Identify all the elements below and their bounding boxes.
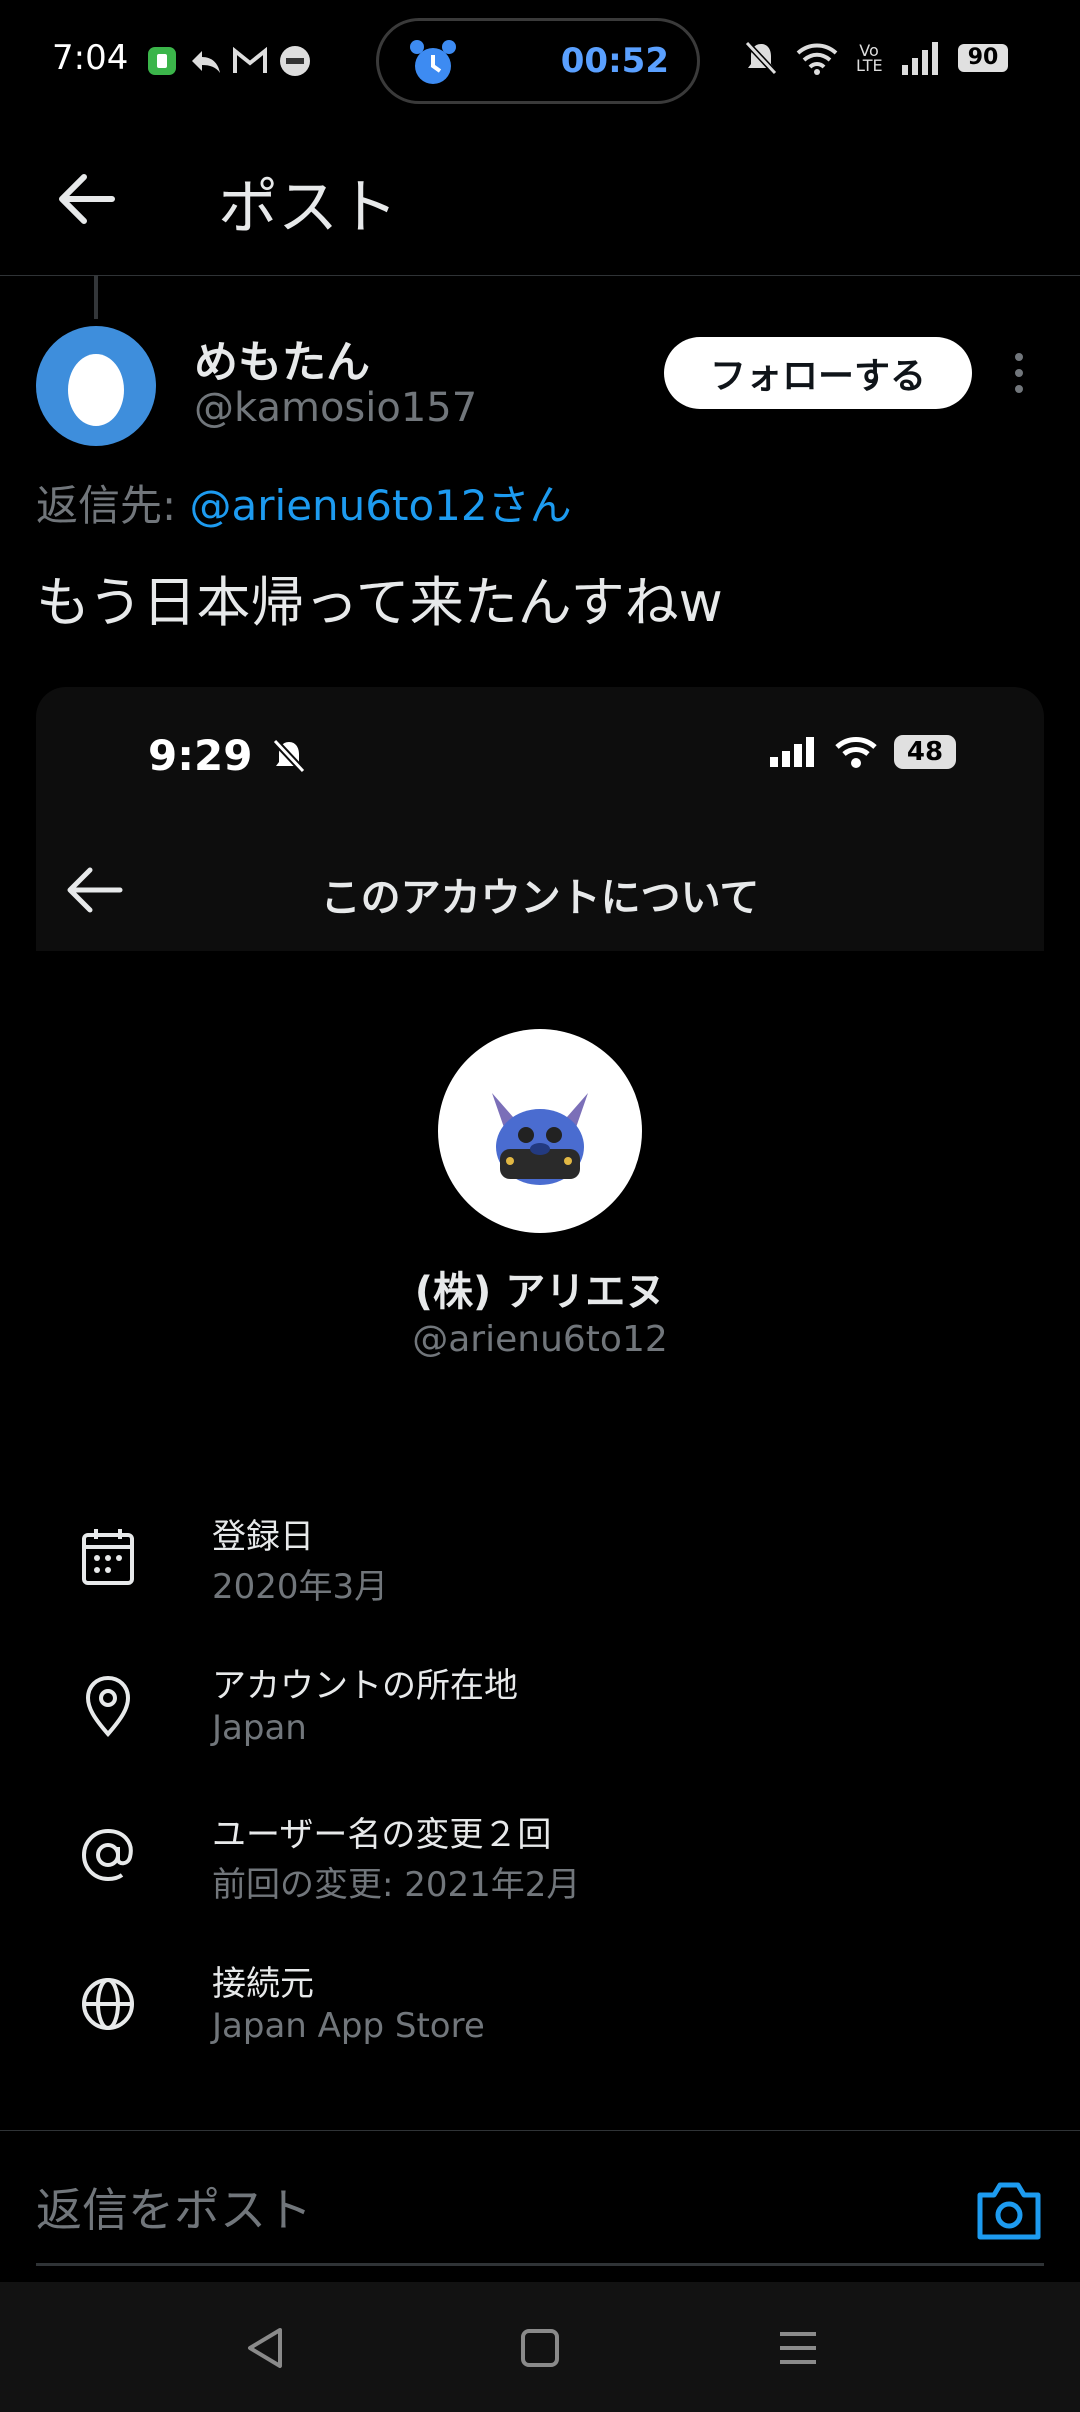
info-label: ユーザー名の変更２回 xyxy=(212,1815,552,1855)
info-value: Japan App Store xyxy=(212,2006,485,2046)
account-handle: @arienu6to12 xyxy=(412,1319,668,1360)
nav-recents-icon[interactable] xyxy=(768,2318,828,2378)
reply-arrow-icon xyxy=(192,51,220,73)
stitch-avatar-icon xyxy=(492,1093,588,1185)
author-avatar[interactable] xyxy=(36,326,156,446)
reply-context: 返信先: @arienu6to12さん xyxy=(36,472,572,533)
signal-icon xyxy=(902,42,938,75)
gmail-icon xyxy=(233,47,267,73)
info-row-connected-via: 接続元 Japan App Store xyxy=(80,1956,980,2086)
globe-icon xyxy=(82,1978,134,2030)
image-wifi-icon xyxy=(835,737,877,768)
info-row-joined: 登録日 2020年3月 xyxy=(80,1509,980,1639)
back-arrow-icon[interactable] xyxy=(54,167,118,231)
info-value: Japan xyxy=(212,1708,307,1748)
egg-avatar-icon xyxy=(68,354,124,426)
info-row-location: アカウントの所在地 Japan xyxy=(80,1658,980,1788)
info-label: 接続元 xyxy=(212,1964,314,2004)
nav-home-icon[interactable] xyxy=(510,2318,570,2378)
account-name: (株) アリエヌ xyxy=(414,1269,666,1315)
post-image[interactable]: 9:29 48 このアカウントについて (株) アリエヌ @arienu6to1… xyxy=(36,687,1044,2127)
image-status-time: 9:29 xyxy=(148,731,307,780)
timer-readout: 00:52 xyxy=(560,41,669,81)
location-pin-icon xyxy=(85,1675,131,1738)
account-avatar xyxy=(438,1029,642,1233)
image-battery-icon: 48 xyxy=(894,735,956,769)
reply-input[interactable] xyxy=(36,2179,956,2241)
image-status-icons: 48 xyxy=(768,735,956,769)
info-label: アカウントの所在地 xyxy=(212,1666,518,1706)
post-text: もう日本帰って来たんすねw xyxy=(36,571,723,634)
image-mute-bell-icon xyxy=(272,738,306,774)
author-name[interactable]: めもたん xyxy=(194,326,370,390)
system-icons: Vo LTE 90 xyxy=(744,40,1008,76)
info-label: 登録日 xyxy=(212,1517,314,1557)
volte-icon: Vo LTE xyxy=(856,41,883,75)
at-sign-icon xyxy=(81,1828,133,1882)
image-header: 9:29 48 このアカウントについて xyxy=(36,687,1044,951)
info-value: 前回の変更: 2021年2月 xyxy=(212,1865,581,1905)
image-signal-icon xyxy=(770,737,814,767)
info-value: 2020年3月 xyxy=(212,1567,389,1607)
more-options-icon[interactable] xyxy=(1004,350,1034,396)
alarm-clock-icon xyxy=(410,40,456,84)
composer-divider xyxy=(36,2263,1044,2266)
info-row-username-changes: ユーザー名の変更２回 前回の変更: 2021年2月 xyxy=(80,1807,980,1937)
follow-button[interactable]: フォローする xyxy=(664,337,972,409)
reply-composer xyxy=(0,2130,1080,2281)
notification-icons xyxy=(146,44,312,78)
camera-icon[interactable] xyxy=(974,2175,1044,2245)
status-time: 7:04 xyxy=(52,38,129,78)
battery-icon: 90 xyxy=(958,44,1008,72)
thread-connector xyxy=(94,275,98,319)
app-notification-icon xyxy=(148,47,176,75)
system-nav-bar xyxy=(0,2282,1080,2412)
author-handle[interactable]: @kamosio157 xyxy=(194,385,477,431)
nav-back-icon[interactable] xyxy=(236,2318,296,2378)
mute-bell-icon xyxy=(744,40,778,76)
timer-pill[interactable]: 00:52 xyxy=(376,18,700,104)
reply-mention-link[interactable]: @arienu6to12さん xyxy=(190,481,572,530)
image-page-title: このアカウントについて xyxy=(320,875,760,921)
top-app-bar: ポスト xyxy=(0,125,1080,276)
page-title: ポスト xyxy=(218,173,398,243)
calendar-icon xyxy=(82,1529,134,1585)
wifi-icon xyxy=(796,43,838,75)
reply-prefix: 返信先: xyxy=(36,481,190,530)
status-bar: 7:04 00:52 Vo LTE 90 xyxy=(0,0,1080,125)
news-icon xyxy=(280,46,310,76)
